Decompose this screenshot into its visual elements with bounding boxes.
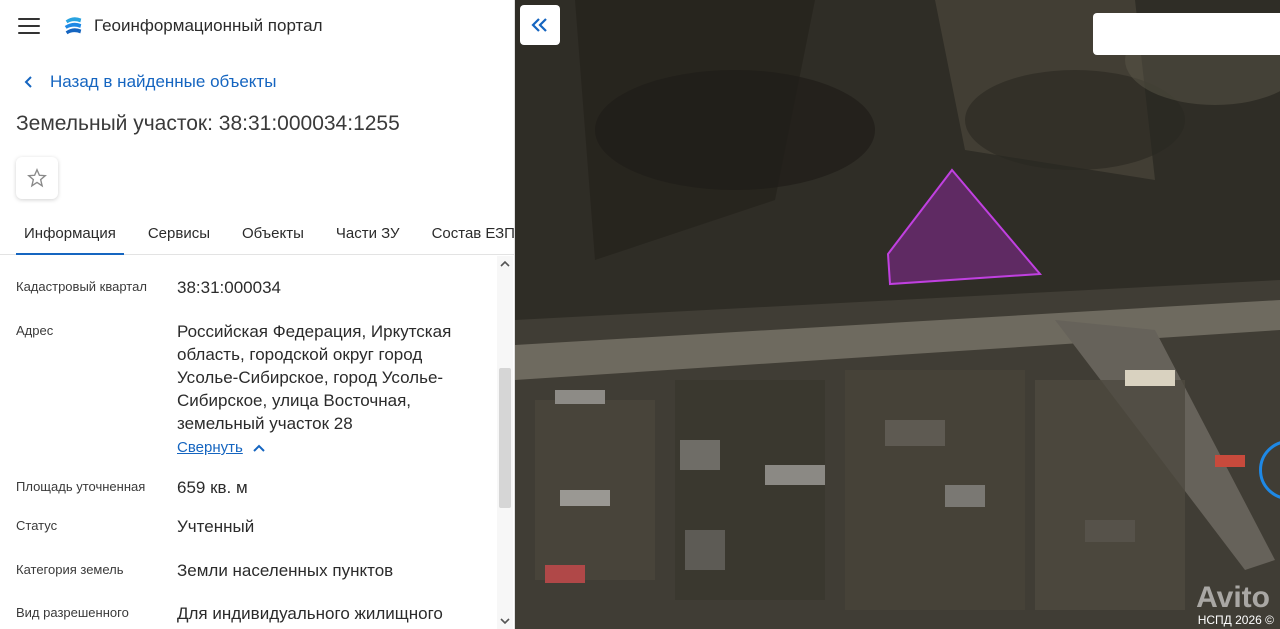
top-bar: Геоинформационный портал — [0, 0, 514, 52]
side-panel: Геоинформационный портал Назад в найденн… — [0, 0, 515, 629]
info-label: Площадь уточненная — [16, 479, 146, 494]
collapse-button[interactable]: Свернуть — [177, 439, 265, 456]
info-list: Кадастровый квартал 38:31:000034 Адрес Р… — [0, 256, 497, 629]
info-label: Статус — [16, 518, 58, 533]
page-title: Земельный участок: 38:31:000034:1255 — [16, 112, 400, 135]
scrollbar[interactable] — [497, 256, 513, 629]
info-row-status: Статус Учтенный — [0, 515, 497, 538]
chevron-left-icon — [24, 76, 32, 88]
double-chevron-left-icon — [531, 18, 547, 32]
info-label: Адрес — [16, 323, 54, 338]
favorite-button[interactable] — [16, 157, 58, 199]
avito-watermark: Avito — [1196, 581, 1270, 614]
tab-bar: Информация Сервисы Объекты Части ЗУ Сост… — [0, 213, 514, 255]
info-value: Земли населенных пунктов — [177, 561, 394, 580]
info-label: Кадастровый квартал — [16, 279, 147, 294]
info-row-land-category: Категория земель Земли населенных пункто… — [0, 559, 497, 582]
info-value: Учтенный — [177, 517, 255, 536]
tab-objects[interactable]: Объекты — [234, 213, 312, 254]
portal-logo-icon — [64, 17, 82, 35]
info-value: Для индивидуального жилищного — [177, 604, 443, 623]
info-value: 659 кв. м — [177, 478, 248, 497]
collapse-panel-button[interactable] — [520, 5, 560, 45]
info-label: Вид разрешенного — [16, 605, 129, 620]
tab-information[interactable]: Информация — [16, 213, 124, 255]
scrollbar-thumb[interactable] — [499, 368, 511, 508]
info-label: Категория земель — [16, 562, 124, 577]
map-search-input[interactable] — [1093, 13, 1280, 55]
map-attribution: НСПД 2026 © — [1197, 613, 1274, 627]
info-row-address: Адрес Российская Федерация, Иркутская об… — [0, 320, 497, 457]
scroll-up-icon[interactable] — [500, 260, 510, 268]
tab-services[interactable]: Сервисы — [140, 213, 218, 254]
scroll-down-icon[interactable] — [500, 617, 510, 625]
info-row-area: Площадь уточненная 659 кв. м — [0, 476, 497, 499]
info-row-permitted-use: Вид разрешенного Для индивидуального жил… — [0, 602, 497, 625]
tab-land-parts[interactable]: Части ЗУ — [328, 213, 408, 254]
app-title: Геоинформационный портал — [94, 16, 323, 35]
satellite-imagery — [515, 0, 1280, 629]
back-link-label: Назад в найденные объекты — [50, 72, 277, 91]
map-view[interactable]: Avito НСПД 2026 © — [515, 0, 1280, 629]
menu-icon[interactable] — [18, 18, 40, 34]
star-icon — [27, 168, 47, 188]
tab-ezp-composition[interactable]: Состав ЕЗП — [424, 213, 514, 254]
info-row-cadastral-quarter: Кадастровый квартал 38:31:000034 — [0, 276, 497, 299]
chevron-up-icon — [253, 444, 265, 452]
info-value: 38:31:000034 — [177, 278, 281, 297]
back-link[interactable]: Назад в найденные объекты — [0, 72, 514, 92]
collapse-label: Свернуть — [177, 439, 243, 456]
info-value: Российская Федерация, Иркутская область,… — [177, 322, 452, 433]
